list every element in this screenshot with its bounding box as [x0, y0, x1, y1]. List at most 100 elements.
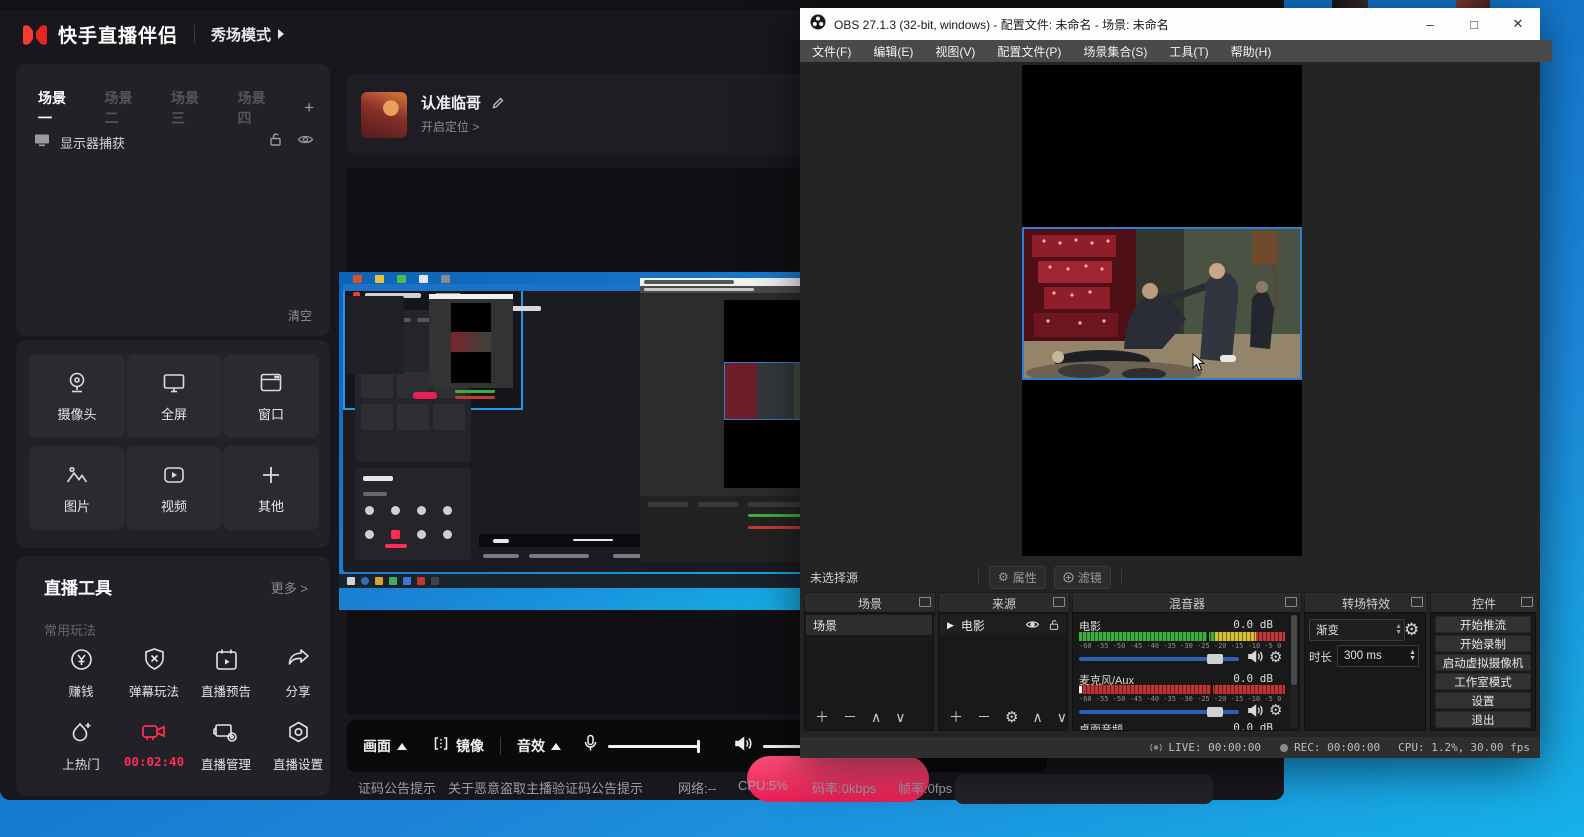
select-spinner-icons[interactable]: ▲▼: [1395, 624, 1404, 636]
scene-tab-1[interactable]: 场景一: [38, 88, 79, 128]
microphone-icon[interactable]: [583, 734, 598, 758]
mixer-scrollbar[interactable]: [1291, 615, 1297, 728]
remove-scene-icon[interactable]: －: [843, 707, 857, 727]
sources-dock-header[interactable]: 来源: [938, 592, 1070, 614]
scene-tab-2[interactable]: 场景二: [105, 88, 146, 128]
start-recording-button[interactable]: 开始录制: [1435, 635, 1531, 652]
source-down-icon[interactable]: ∨: [1057, 709, 1067, 726]
tool-hot[interactable]: 上热门: [46, 719, 116, 773]
start-streaming-button[interactable]: 开始推流: [1435, 616, 1531, 633]
tool-share[interactable]: 分享: [263, 646, 333, 700]
mode-switcher[interactable]: 秀场模式: [211, 24, 271, 45]
maximize-button[interactable]: □: [1452, 8, 1496, 40]
add-source-image[interactable]: 图片: [29, 446, 125, 530]
menu-profile[interactable]: 配置文件(P): [997, 43, 1061, 60]
transition-gear-icon[interactable]: ⚙: [1404, 621, 1419, 638]
status-network: 网络:--: [678, 778, 716, 797]
status-anti-theft-notice[interactable]: 关于恶意盗取主播验证码公告提示: [448, 778, 643, 797]
dock-popout-icon[interactable]: [919, 597, 931, 607]
mixer-dock-header[interactable]: 混音器: [1072, 592, 1302, 614]
duration-field[interactable]: 300 ms ▲▼: [1337, 645, 1419, 667]
add-source-fullscreen[interactable]: 全屏: [126, 354, 222, 438]
tool-earn[interactable]: 赚钱: [46, 646, 116, 700]
studio-mode-button[interactable]: 工作室模式: [1435, 673, 1531, 690]
tile-label: 视频: [161, 496, 187, 515]
menu-edit[interactable]: 编辑(E): [873, 43, 913, 60]
start-virtual-camera-button[interactable]: 启动虚拟摄像机: [1435, 654, 1531, 671]
channel-gear-icon[interactable]: ⚙: [1269, 650, 1282, 665]
more-link[interactable]: 更多 >: [271, 578, 308, 597]
avatar[interactable]: [361, 92, 407, 138]
dock-popout-icon[interactable]: [1521, 597, 1533, 607]
channel-speaker-icon[interactable]: [1247, 649, 1264, 669]
transition-select[interactable]: 渐变 ▲▼: [1309, 619, 1405, 641]
menu-file[interactable]: 文件(F): [812, 43, 851, 60]
tool-preview[interactable]: 直播预告: [191, 646, 261, 700]
add-source-video[interactable]: 视频: [126, 446, 222, 530]
settings-button[interactable]: 设置: [1435, 692, 1531, 709]
dock-popout-icon[interactable]: [1053, 597, 1065, 607]
mixer-channel-name: 桌面音频: [1079, 721, 1123, 731]
remove-source-icon[interactable]: －: [977, 707, 991, 727]
speaker-icon[interactable]: [734, 735, 753, 757]
controls-dock-header[interactable]: 控件: [1430, 592, 1538, 614]
obs-preview-canvas[interactable]: [1022, 65, 1302, 556]
properties-button[interactable]: ⚙ 属性: [989, 566, 1046, 589]
status-captcha-notice[interactable]: 证码公告提示: [358, 778, 436, 797]
tool-manage[interactable]: 直播管理: [191, 719, 261, 773]
scene-tab-4[interactable]: 场景四: [238, 88, 279, 128]
scene-list-item[interactable]: 场景: [806, 615, 932, 635]
mic-volume-slider[interactable]: [608, 745, 700, 748]
clear-button[interactable]: 清空: [288, 307, 312, 324]
record-timer[interactable]: 00:02:40: [119, 719, 189, 769]
sound-effects-menu[interactable]: 音效: [517, 736, 545, 756]
menu-help[interactable]: 帮助(H): [1231, 43, 1272, 60]
mouse-cursor: [1192, 353, 1205, 372]
visibility-eye-icon[interactable]: [297, 133, 314, 151]
scene-down-icon[interactable]: ∨: [895, 709, 905, 726]
volume-slider-mic[interactable]: [1079, 710, 1239, 714]
channel-speaker-icon[interactable]: [1247, 703, 1264, 723]
enable-location-link[interactable]: 开启定位 >: [421, 118, 479, 135]
channel-gear-icon[interactable]: ⚙: [1269, 703, 1282, 718]
edit-pencil-icon[interactable]: [491, 96, 505, 110]
source-visibility-eye-icon[interactable]: [1025, 619, 1040, 630]
menu-view[interactable]: 视图(V): [935, 43, 975, 60]
image-icon: [63, 461, 91, 489]
add-scene-button[interactable]: +: [304, 98, 314, 118]
display-capture-preview[interactable]: [339, 272, 800, 610]
add-scene-icon[interactable]: ＋: [815, 707, 829, 727]
movie-source-selected[interactable]: [1022, 227, 1302, 380]
source-up-icon[interactable]: ∧: [1032, 709, 1042, 726]
source-lock-icon[interactable]: [1048, 619, 1060, 631]
scenes-dock-header[interactable]: 场景: [804, 592, 936, 614]
unlock-icon[interactable]: [268, 132, 283, 152]
volume-slider-movie[interactable]: [1079, 657, 1239, 661]
filters-button[interactable]: 滤镜: [1054, 566, 1111, 589]
scene-tab-3[interactable]: 场景三: [171, 88, 212, 128]
transitions-dock-header[interactable]: 转场特效: [1304, 592, 1428, 614]
dock-popout-icon[interactable]: [1285, 597, 1297, 607]
mirror-toggle[interactable]: 镜像: [456, 736, 484, 756]
source-list-item[interactable]: ▶ 电影: [940, 615, 1066, 635]
add-source-icon[interactable]: ＋: [949, 707, 963, 727]
close-button[interactable]: ✕: [1496, 8, 1540, 40]
obs-titlebar[interactable]: OBS 27.1.3 (32-bit, windows) - 配置文件: 未命名…: [800, 8, 1540, 40]
dock-popout-icon[interactable]: [1411, 597, 1423, 607]
menu-scene-collection[interactable]: 场景集合(S): [1083, 43, 1147, 60]
share-icon: [284, 646, 312, 673]
minimize-button[interactable]: –: [1408, 8, 1452, 40]
menu-tools[interactable]: 工具(T): [1169, 43, 1208, 60]
source-properties-gear-icon[interactable]: ⚙: [1005, 710, 1018, 725]
mixer-dock: 电影 0.0 dB -60 -55 -50 -45 -40 -35 -30 -2…: [1072, 612, 1300, 731]
scene-up-icon[interactable]: ∧: [871, 709, 881, 726]
capture-source-item[interactable]: 显示器捕获: [60, 133, 125, 152]
add-source-window[interactable]: 窗口: [223, 354, 319, 438]
duration-spinner-icons[interactable]: ▲▼: [1409, 650, 1418, 662]
add-source-other[interactable]: 其他: [223, 446, 319, 530]
exit-button[interactable]: 退出: [1435, 711, 1531, 728]
add-source-camera[interactable]: 摄像头: [29, 354, 125, 438]
tool-settings[interactable]: 直播设置: [263, 719, 333, 773]
screen-menu[interactable]: 画面: [363, 736, 391, 756]
tool-danmu[interactable]: 弹幕玩法: [119, 646, 189, 700]
